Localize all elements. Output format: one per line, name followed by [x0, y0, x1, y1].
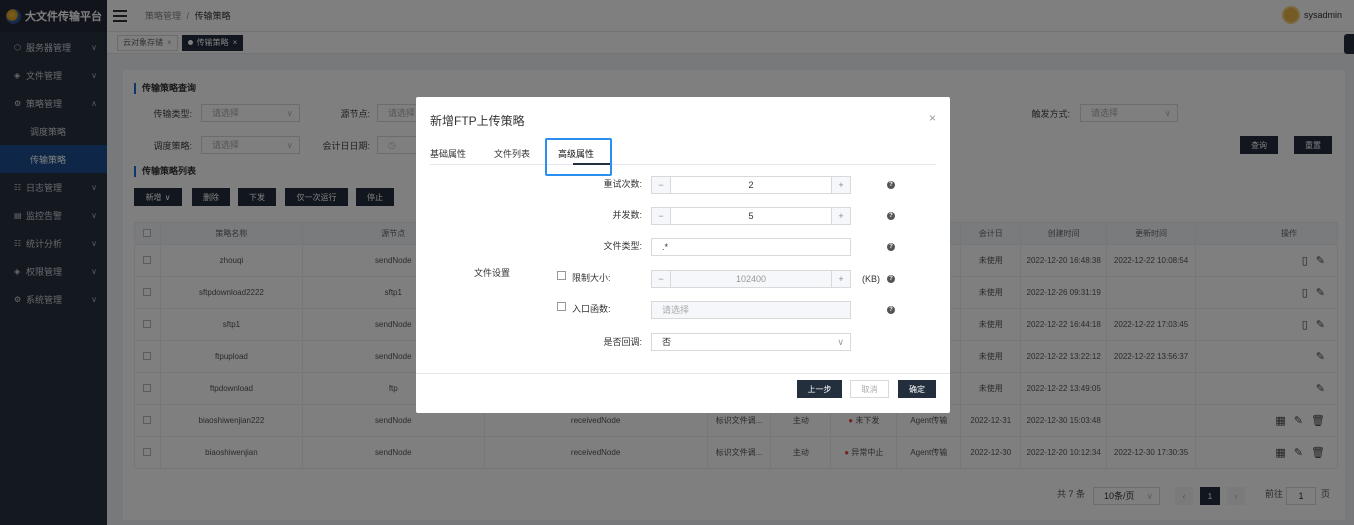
plus-icon[interactable]: + [831, 177, 850, 193]
chevron-down-icon: ∨ [837, 337, 844, 347]
entry-checkbox[interactable] [557, 302, 566, 311]
minus-icon[interactable]: − [652, 208, 671, 224]
dialog-footer-divider [416, 373, 950, 374]
concurrency-stepper[interactable]: − 5 + [651, 207, 851, 225]
entry-select[interactable]: 请选择 [651, 301, 851, 319]
callback-label: 是否回调: [603, 337, 642, 347]
filetype-input[interactable]: .* [651, 238, 851, 256]
sizelimit-stepper[interactable]: − 102400 + [651, 270, 851, 288]
help-icon[interactable]: ? [887, 306, 895, 314]
retry-label: 重试次数: [603, 179, 642, 189]
sizelimit-label: 限制大小: [572, 273, 611, 283]
entry-label: 入口函数: [572, 304, 611, 314]
dialog-tabs: 基础属性 文件列表 高级属性 [430, 143, 936, 165]
minus-icon[interactable]: − [652, 271, 671, 287]
help-icon[interactable]: ? [887, 181, 895, 189]
close-icon[interactable]: × [929, 111, 936, 125]
help-icon[interactable]: ? [887, 243, 895, 251]
sizelimit-checkbox[interactable] [557, 271, 566, 280]
callback-select[interactable]: 否 ∨ [651, 333, 851, 351]
filetype-label: 文件类型: [603, 241, 642, 251]
sizelimit-value: 102400 [735, 274, 767, 284]
minus-icon[interactable]: − [652, 177, 671, 193]
add-ftp-upload-dialog: 新增FTP上传策略 × 基础属性 文件列表 高级属性 文件设置 重试次数: − … [416, 97, 950, 413]
advanced-tab-highlight [545, 138, 612, 176]
concurrency-label: 并发数: [612, 210, 642, 220]
retry-stepper[interactable]: − 2 + [651, 176, 851, 194]
concurrency-value: 5 [748, 211, 754, 221]
help-icon[interactable]: ? [887, 275, 895, 283]
plus-icon[interactable]: + [831, 208, 850, 224]
dialog-title: 新增FTP上传策略 [430, 114, 525, 128]
prev-step-button[interactable]: 上一步 [797, 380, 842, 398]
tab-file-list[interactable]: 文件列表 [494, 147, 530, 160]
confirm-button[interactable]: 确定 [898, 380, 936, 398]
tab-basic[interactable]: 基础属性 [430, 147, 466, 160]
plus-icon[interactable]: + [831, 271, 850, 287]
sizelimit-unit: (KB) [862, 274, 880, 284]
help-icon[interactable]: ? [887, 212, 895, 220]
retry-value: 2 [748, 180, 754, 190]
file-settings-label: 文件设置 [474, 268, 511, 278]
cancel-button[interactable]: 取消 [850, 380, 889, 398]
